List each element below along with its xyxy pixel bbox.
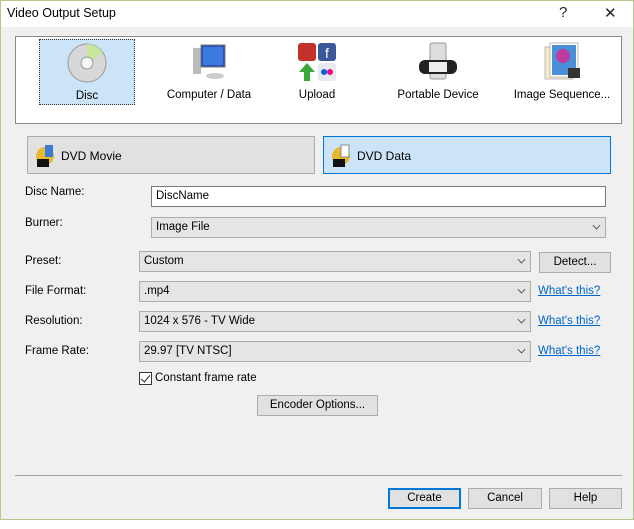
frame-rate-whats-this-link[interactable]: What's this? [538, 345, 600, 357]
dvd-data-icon [332, 144, 350, 167]
burner-label: Burner: [25, 217, 63, 229]
create-button[interactable]: Create [388, 488, 461, 509]
mode-dvd-movie[interactable]: DVD Movie [27, 136, 315, 174]
frame-rate-select[interactable]: 29.97 [TV NTSC] [139, 341, 531, 362]
help-footer-button[interactable]: Help [549, 488, 622, 509]
constant-frame-rate-label: Constant frame rate [155, 372, 257, 384]
computer-icon [193, 44, 226, 79]
window-title: Video Output Setup [7, 6, 116, 20]
category-label: Image Sequence... [513, 89, 611, 101]
burner-select[interactable]: Image File [151, 217, 606, 238]
mode-dvd-data[interactable]: DVD Data [323, 136, 611, 174]
encoder-options-button[interactable]: Encoder Options... [257, 395, 378, 416]
category-computer-data[interactable]: Computer / Data [161, 39, 257, 105]
disc-icon [67, 43, 107, 83]
mode-label: DVD Movie [61, 149, 122, 163]
frame-rate-label: Frame Rate: [25, 345, 89, 357]
constant-frame-rate-checkbox[interactable] [139, 372, 152, 385]
chevron-down-icon [517, 345, 526, 354]
upload-icon: f [298, 43, 336, 81]
divider [15, 475, 622, 476]
preset-select[interactable]: Custom [139, 251, 531, 272]
category-disc[interactable]: Disc [39, 39, 135, 105]
file-format-label: File Format: [25, 285, 87, 297]
category-label: Disc [75, 90, 99, 102]
category-upload[interactable]: f Upload [269, 39, 365, 105]
mode-label: DVD Data [357, 149, 412, 163]
output-category-panel: Disc Computer / Data f Upload Portable D… [15, 36, 622, 124]
detect-button[interactable]: Detect... [539, 252, 611, 273]
image-sequence-icon [544, 42, 580, 80]
category-portable-device[interactable]: Portable Device [390, 39, 486, 105]
file-format-select[interactable]: .mp4 [139, 281, 531, 302]
category-label: Computer / Data [166, 89, 252, 101]
preset-value: Custom [144, 255, 184, 267]
chevron-down-icon [592, 221, 601, 230]
video-output-setup-dialog: Video Output Setup ? ✕ Disc Computer / D… [0, 0, 634, 520]
svg-text:f: f [325, 45, 329, 61]
file-format-whats-this-link[interactable]: What's this? [538, 285, 600, 297]
chevron-down-icon [517, 255, 526, 264]
category-image-sequence[interactable]: Image Sequence... [510, 39, 614, 105]
dvd-movie-icon [36, 145, 54, 167]
disc-name-input[interactable]: DiscName [151, 186, 606, 207]
preset-label: Preset: [25, 255, 62, 267]
chevron-down-icon [517, 285, 526, 294]
cancel-button[interactable]: Cancel [468, 488, 542, 509]
file-format-value: .mp4 [144, 285, 170, 297]
close-button[interactable]: ✕ [604, 4, 617, 22]
burner-value: Image File [156, 221, 210, 233]
resolution-select[interactable]: 1024 x 576 - TV Wide [139, 311, 531, 332]
resolution-value: 1024 x 576 - TV Wide [144, 315, 256, 327]
category-label: Portable Device [397, 89, 479, 101]
resolution-label: Resolution: [25, 315, 83, 327]
chevron-down-icon [517, 315, 526, 324]
frame-rate-value: 29.97 [TV NTSC] [144, 345, 232, 357]
disc-name-label: Disc Name: [25, 186, 85, 198]
category-label: Upload [298, 89, 336, 101]
title-bar: Video Output Setup ? ✕ [1, 1, 633, 27]
resolution-whats-this-link[interactable]: What's this? [538, 315, 600, 327]
portable-device-icon [419, 42, 457, 80]
help-button[interactable]: ? [559, 4, 567, 21]
